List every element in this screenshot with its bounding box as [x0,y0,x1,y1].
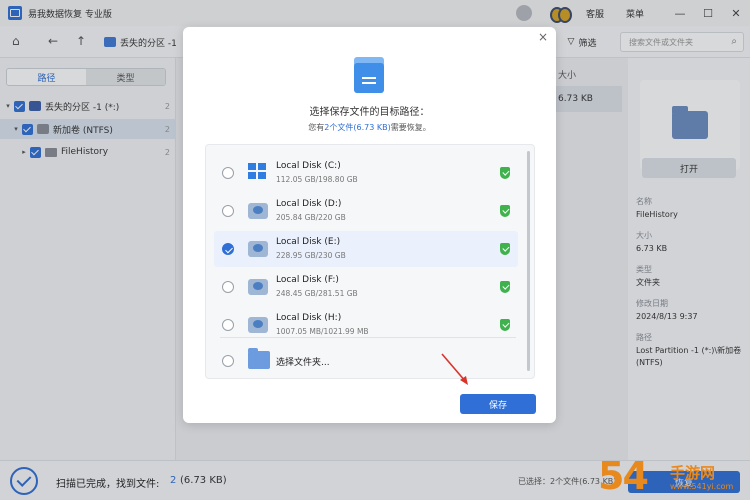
radio-button[interactable] [222,205,234,217]
hard-disk-icon [248,241,268,257]
hard-disk-icon [248,279,268,295]
drive-name: Local Disk (H:) [276,313,342,323]
drive-name: Local Disk (E:) [276,237,341,247]
radio-button[interactable] [222,167,234,179]
subtitle-prefix: 您有 [308,123,325,132]
watermark-digits: 54 [598,454,649,498]
drive-usage: 248.45 GB/281.51 GB [276,289,358,298]
radio-button[interactable] [222,355,234,367]
drive-usage: 205.84 GB/220 GB [276,213,346,222]
shield-check-icon [500,319,510,331]
drive-option-d[interactable]: Local Disk (D:) 205.84 GB/220 GB [214,193,518,229]
scrollbar[interactable] [527,151,530,371]
dialog-subtitle: 您有2个文件(6.73 KB)需要恢复。 [183,122,556,133]
shield-check-icon [500,167,510,179]
drive-option-c[interactable]: Local Disk (C:) 112.05 GB/198.80 GB [214,155,518,191]
shield-check-icon [500,281,510,293]
radio-button-checked[interactable] [222,243,234,255]
folder-icon [248,348,270,369]
watermark-url: www.541yi.com [670,482,734,491]
save-button[interactable]: 保存 [460,394,536,414]
drive-name: Local Disk (F:) [276,275,339,285]
hard-disk-icon [248,317,268,333]
drive-name: Local Disk (D:) [276,199,342,209]
watermark-text: 手游网 [670,464,716,482]
shield-check-icon [500,243,510,255]
pointer-arrow-icon [441,353,468,385]
windows-disk-icon [248,163,268,181]
shield-check-icon [500,205,510,217]
drive-usage: 112.05 GB/198.80 GB [276,175,358,184]
drive-option-f[interactable]: Local Disk (F:) 248.45 GB/281.51 GB [214,269,518,305]
close-icon[interactable]: × [536,30,550,44]
radio-button[interactable] [222,319,234,331]
drive-list: Local Disk (C:) 112.05 GB/198.80 GB Loca… [205,144,535,379]
drive-usage: 228.95 GB/230 GB [276,251,346,260]
save-file-icon [354,57,384,93]
drive-option-e[interactable]: Local Disk (E:) 228.95 GB/230 GB [214,231,518,267]
divider [220,337,516,338]
choose-folder-label: 选择文件夹... [276,358,330,368]
hard-disk-icon [248,203,268,219]
save-location-dialog: × 选择保存文件的目标路径： 您有2个文件(6.73 KB)需要恢复。 Loca… [183,27,556,423]
watermark-logo: 54 手游网 www.541yi.com [598,452,750,500]
drive-usage: 1007.05 MB/1021.99 MB [276,327,369,336]
dialog-title: 选择保存文件的目标路径： [309,107,430,118]
radio-button[interactable] [222,281,234,293]
subtitle-highlight: 2个文件(6.73 KB) [324,123,391,132]
subtitle-suffix: 需要恢复。 [390,123,431,132]
drive-name: Local Disk (C:) [276,161,341,171]
